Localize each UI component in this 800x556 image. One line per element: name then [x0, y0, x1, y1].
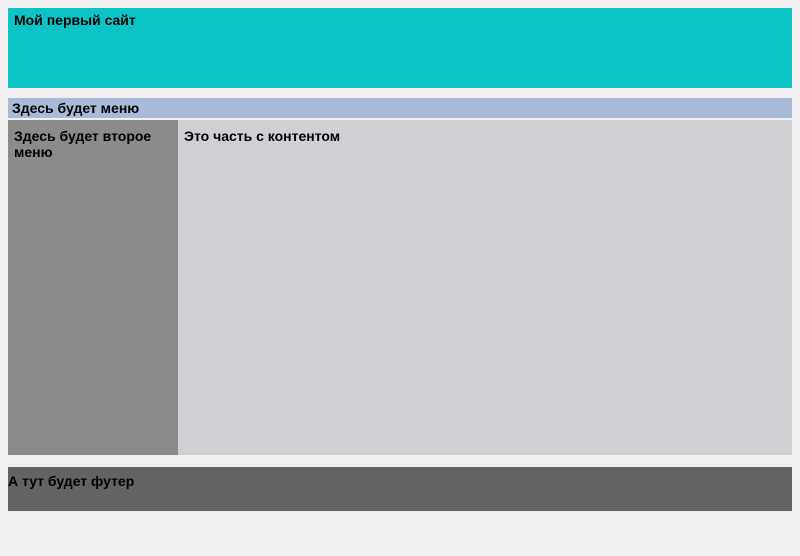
site-footer: А тут будет футер: [8, 467, 792, 511]
main-menu[interactable]: Здесь будет меню: [8, 98, 792, 118]
footer-text: А тут будет футер: [8, 473, 134, 489]
content-area: Это часть с контентом: [178, 120, 792, 455]
site-title: Мой первый сайт: [14, 12, 136, 28]
menu-label: Здесь будет меню: [12, 100, 139, 116]
sidebar-label: Здесь будет второе меню: [14, 128, 151, 160]
content-text: Это часть с контентом: [184, 128, 340, 144]
main-section: Здесь будет второе меню Это часть с конт…: [8, 120, 792, 455]
site-header: Мой первый сайт: [8, 8, 792, 88]
sidebar-menu[interactable]: Здесь будет второе меню: [8, 120, 178, 455]
